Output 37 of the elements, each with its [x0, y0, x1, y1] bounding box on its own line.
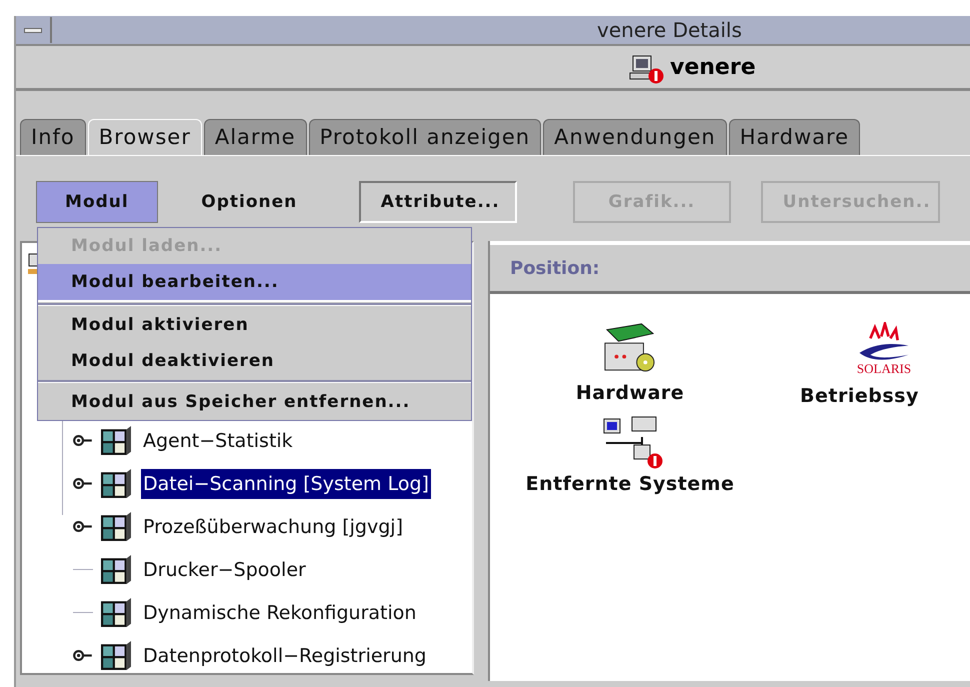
module-icon [101, 469, 131, 498]
position-label: Position: [510, 258, 600, 278]
expand-handle-icon[interactable] [73, 478, 93, 489]
expand-handle-icon[interactable] [73, 435, 93, 446]
tree-item[interactable]: Agent−Statistik [141, 426, 295, 456]
module-icon [101, 426, 131, 455]
module-icon [101, 555, 131, 584]
menu-item[interactable]: Modul aktivieren [38, 307, 471, 343]
host-name: venere [670, 54, 756, 80]
browser-item-label[interactable]: Betriebssy [800, 385, 919, 407]
window-title: venere Details [597, 18, 742, 42]
tab[interactable]: Browser [88, 119, 202, 155]
tree-item[interactable]: Dynamische Rekonfiguration [141, 598, 418, 628]
tab[interactable]: Hardware [728, 119, 860, 155]
tree-item[interactable]: Datei−Scanning [System Log] [141, 468, 431, 498]
tree-item[interactable]: Datenprotokoll−Registrierung [141, 640, 428, 670]
browser-item-label[interactable]: Hardware [576, 382, 684, 404]
browser-item-label[interactable]: Entfernte Systeme [526, 473, 734, 495]
menu-button[interactable]: Modul [36, 181, 158, 223]
menu-item[interactable]: Modul aus Speicher entfernen... [38, 384, 471, 420]
menu-item[interactable]: Modul deaktivieren [38, 343, 471, 379]
tab[interactable]: Protokoll anzeigen [308, 119, 542, 155]
tab[interactable]: Anwendungen [543, 119, 727, 155]
module-icon [101, 641, 131, 670]
expand-handle-icon[interactable] [73, 650, 93, 661]
module-icon [101, 598, 131, 627]
tree-item[interactable]: Prozeßüberwachung [jgvgj] [141, 512, 405, 542]
tree-item[interactable]: Drucker−Spooler [141, 554, 308, 584]
tab[interactable]: Info [20, 119, 86, 155]
expand-handle-icon[interactable] [73, 521, 93, 532]
module-icon [101, 512, 131, 541]
menu-item[interactable]: Modul bearbeiten... [38, 264, 471, 302]
hardware-card-icon[interactable] [603, 322, 657, 372]
toolbar-button[interactable]: Attribute... [358, 181, 517, 223]
logo-text: SOLARIS [856, 362, 912, 375]
menu-button[interactable]: Optionen [158, 181, 341, 223]
tab[interactable]: Alarme [204, 119, 307, 155]
